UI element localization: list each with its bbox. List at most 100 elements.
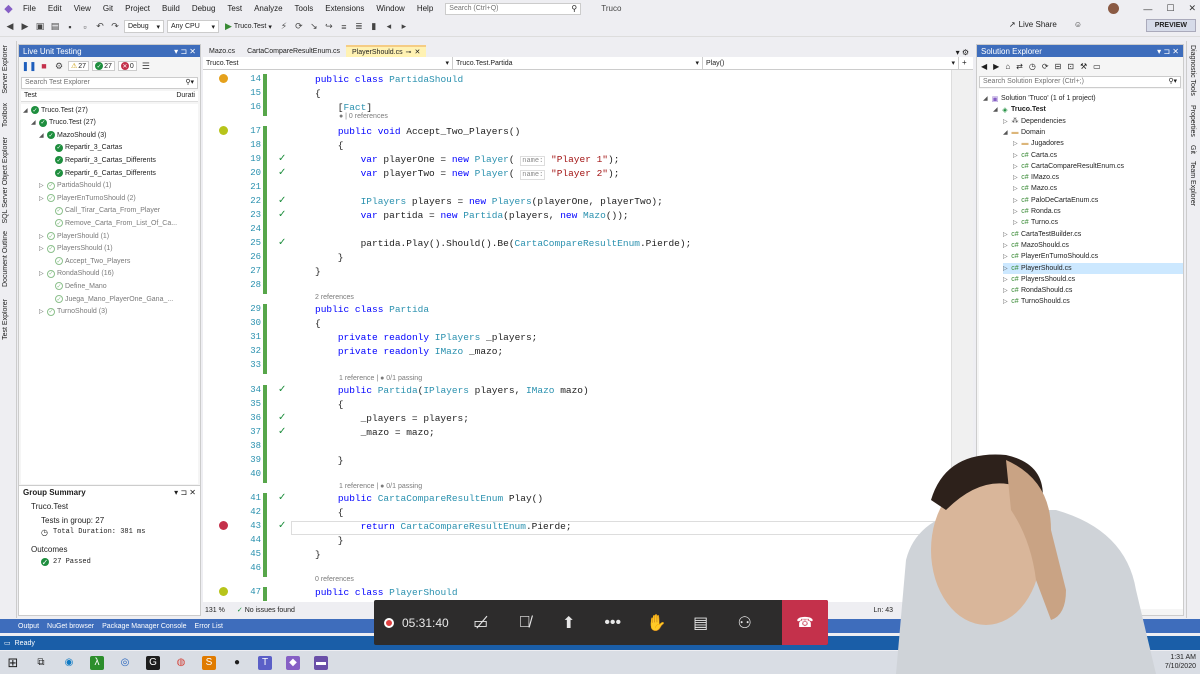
test-tree-item[interactable]: ✓ Accept_Two_Players bbox=[47, 255, 130, 267]
test-tree-item[interactable]: ▷ ✓ RondaShould (16) bbox=[39, 268, 114, 280]
undo-icon[interactable]: ↶ bbox=[94, 21, 106, 33]
solution-tree-item[interactable]: ▷ c# PlayersShould.cs bbox=[1003, 274, 1183, 285]
expand-icon[interactable]: ▷ bbox=[1013, 163, 1019, 170]
solution-tree-item[interactable]: ▷ ⁂ Dependencies bbox=[1003, 116, 1183, 127]
switch-views-icon[interactable]: ⇄ bbox=[1016, 62, 1023, 71]
redo-icon[interactable]: ↷ bbox=[109, 21, 121, 33]
minimize-icon[interactable]: — bbox=[1143, 4, 1152, 14]
new-project-icon[interactable]: ▣ bbox=[34, 21, 46, 33]
server-explorer-tab[interactable]: Server Explorer bbox=[2, 45, 9, 94]
code-line[interactable]: private readonly IMazo _mazo; bbox=[315, 346, 503, 357]
forward-icon[interactable]: ▶ bbox=[19, 21, 31, 33]
home-icon[interactable]: ⌂ bbox=[1005, 62, 1010, 71]
tab-mazo[interactable]: Mazo.cs bbox=[203, 45, 241, 57]
split-icon[interactable]: + bbox=[959, 57, 970, 69]
code-line[interactable]: } bbox=[315, 252, 344, 263]
expand-icon[interactable]: ▷ bbox=[1013, 219, 1019, 226]
zoom-level[interactable]: 131 % bbox=[205, 607, 225, 614]
diagnostic-tools-tab[interactable]: Diagnostic Tools bbox=[1189, 45, 1196, 96]
test-explorer-tab[interactable]: Test Explorer bbox=[2, 299, 9, 340]
code-line[interactable]: public class Partida bbox=[315, 304, 429, 315]
menu-extensions[interactable]: Extensions bbox=[319, 4, 370, 13]
properties-icon[interactable]: ⚒ bbox=[1080, 62, 1087, 71]
solution-tree-item[interactable]: ▷ c# IMazo.cs bbox=[1013, 172, 1183, 183]
participants-icon[interactable]: ⚇ bbox=[723, 600, 767, 645]
user-avatar[interactable] bbox=[1108, 3, 1120, 14]
code-lens[interactable]: 2 references bbox=[315, 294, 354, 301]
panel-controls-icon[interactable]: ▾ ⊐ ✕ bbox=[174, 488, 196, 497]
properties-tab[interactable]: Properties bbox=[1189, 105, 1196, 137]
solution-tree-item[interactable]: ▷ c# Turno.cs bbox=[1013, 217, 1183, 228]
prev-bookmark-icon[interactable]: ◂ bbox=[383, 21, 395, 33]
solution-tree-item[interactable]: ▷ c# Carta.cs bbox=[1013, 150, 1183, 161]
code-line[interactable]: [Fact] bbox=[315, 102, 372, 113]
col-duration[interactable]: Durati bbox=[176, 92, 195, 100]
solution-tree-item[interactable]: ▷ c# PlayerEnTurnoShould.cs bbox=[1003, 251, 1183, 262]
test-tree-item[interactable]: ▷ ✓ PlayersShould (1) bbox=[39, 243, 113, 255]
expand-icon[interactable]: ▷ bbox=[1003, 298, 1009, 305]
expand-icon[interactable]: ▷ bbox=[1003, 287, 1009, 294]
test-covered-icon[interactable]: ✓ bbox=[278, 492, 286, 503]
expand-icon[interactable]: ▷ bbox=[1003, 242, 1009, 249]
lambda-app-icon[interactable]: λ bbox=[90, 655, 104, 670]
test-covered-icon[interactable]: ✓ bbox=[278, 384, 286, 395]
live-share-button[interactable]: ↗ Live Share ☺ bbox=[1009, 20, 1082, 29]
document-outline-tab[interactable]: Document Outline bbox=[2, 231, 9, 287]
pin-icon[interactable]: ⊸ bbox=[406, 48, 412, 56]
close-icon[interactable]: ✕ bbox=[415, 48, 421, 56]
test-tree-item[interactable]: ✓ Juega_Mano_PlayerOne_Gana_... bbox=[47, 293, 173, 305]
code-line[interactable]: public Partida(IPlayers players, IMazo m… bbox=[315, 385, 589, 396]
solution-tree-item[interactable]: ◢ ▣ Solution 'Truco' (1 of 1 project) bbox=[983, 93, 1183, 104]
step-over-icon[interactable]: ↪ bbox=[323, 21, 335, 33]
platform-select[interactable]: Any CPU ▾ bbox=[167, 20, 219, 33]
global-search-input[interactable]: Search (Ctrl+Q) ⚲ bbox=[445, 2, 582, 15]
test-covered-icon[interactable]: ✓ bbox=[278, 412, 286, 423]
solution-tree-item[interactable]: ▷ c# CartaCompareResultEnum.cs bbox=[1013, 161, 1183, 172]
browser-link-icon[interactable]: ⟳ bbox=[293, 21, 305, 33]
more-options-icon[interactable]: ••• bbox=[591, 600, 635, 645]
issues-status[interactable]: No issues found bbox=[245, 607, 295, 614]
code-line[interactable]: _mazo = mazo; bbox=[315, 427, 435, 438]
menu-analyze[interactable]: Analyze bbox=[248, 4, 288, 13]
test-covered-icon[interactable]: ✓ bbox=[278, 520, 286, 531]
menu-build[interactable]: Build bbox=[156, 4, 186, 13]
test-tree-item[interactable]: ▷ ✓ PlayerShould (1) bbox=[39, 230, 109, 242]
expand-icon[interactable]: ▷ bbox=[1003, 265, 1009, 272]
fail-count-badge[interactable]: ✕ 0 bbox=[117, 61, 137, 71]
forward-icon[interactable]: ▶ bbox=[993, 62, 999, 71]
tab-carta-compare-result-enum[interactable]: CartaCompareResultEnum.cs bbox=[241, 45, 346, 57]
solution-tree-item[interactable]: ▷ c# Mazo.cs bbox=[1013, 183, 1183, 194]
solution-tree-item[interactable]: ▷ c# PlayerShould.cs bbox=[1003, 262, 1183, 274]
edge-icon[interactable]: ◉ bbox=[62, 656, 76, 670]
github-desktop-icon[interactable]: G bbox=[146, 655, 160, 670]
test-tree-item[interactable]: ▷ ✓ PlayerEnTurnoShould (2) bbox=[39, 192, 136, 204]
tab-player-should[interactable]: PlayerShould.cs ⊸ ✕ bbox=[346, 45, 427, 57]
code-line[interactable]: { bbox=[315, 88, 321, 99]
test-tree-item[interactable]: ✓ Remove_Carta_From_List_Of_Ca... bbox=[47, 217, 177, 229]
maximize-icon[interactable]: ☐ bbox=[1166, 3, 1174, 14]
expand-icon[interactable]: ▷ bbox=[1013, 174, 1019, 181]
task-view-icon[interactable]: ⧉ bbox=[34, 656, 48, 670]
pass-count-badge[interactable]: ✓ 27 bbox=[92, 61, 115, 71]
test-covered-icon[interactable]: ✓ bbox=[278, 209, 286, 220]
solution-tree-item[interactable]: ▷ c# PaloDeCartaEnum.cs bbox=[1013, 195, 1183, 206]
expand-icon[interactable]: ◢ bbox=[31, 119, 37, 126]
test-tree-item[interactable]: ▷ ✓ TurnoShould (3) bbox=[39, 306, 107, 318]
group-by-icon[interactable]: ☰ bbox=[140, 60, 152, 72]
output-tab[interactable]: Output bbox=[18, 623, 39, 630]
sublime-icon[interactable]: S bbox=[202, 655, 216, 670]
code-lens[interactable]: ● | 0 references bbox=[339, 113, 388, 120]
code-line[interactable]: var playerTwo = new Player( name: "Playe… bbox=[315, 168, 619, 180]
visual-studio-icon[interactable]: ◆ bbox=[286, 655, 300, 670]
test-covered-icon[interactable]: ✓ bbox=[278, 195, 286, 206]
visual-studio-logo-icon[interactable]: ◆ bbox=[0, 0, 17, 17]
back-icon[interactable]: ◀ bbox=[4, 21, 16, 33]
solution-tree-item[interactable]: ◢ ◈ Truco.Test bbox=[993, 104, 1183, 115]
member-dropdown[interactable]: Play() ▾ bbox=[703, 57, 959, 69]
code-lens[interactable]: 0 references bbox=[315, 576, 354, 583]
expand-icon[interactable]: ◢ bbox=[23, 107, 29, 114]
code-line[interactable]: { bbox=[315, 507, 344, 518]
expand-icon[interactable]: ▷ bbox=[1013, 185, 1019, 192]
browser-icon[interactable]: ◎ bbox=[118, 656, 132, 670]
save-icon[interactable]: ▪ bbox=[64, 21, 76, 33]
